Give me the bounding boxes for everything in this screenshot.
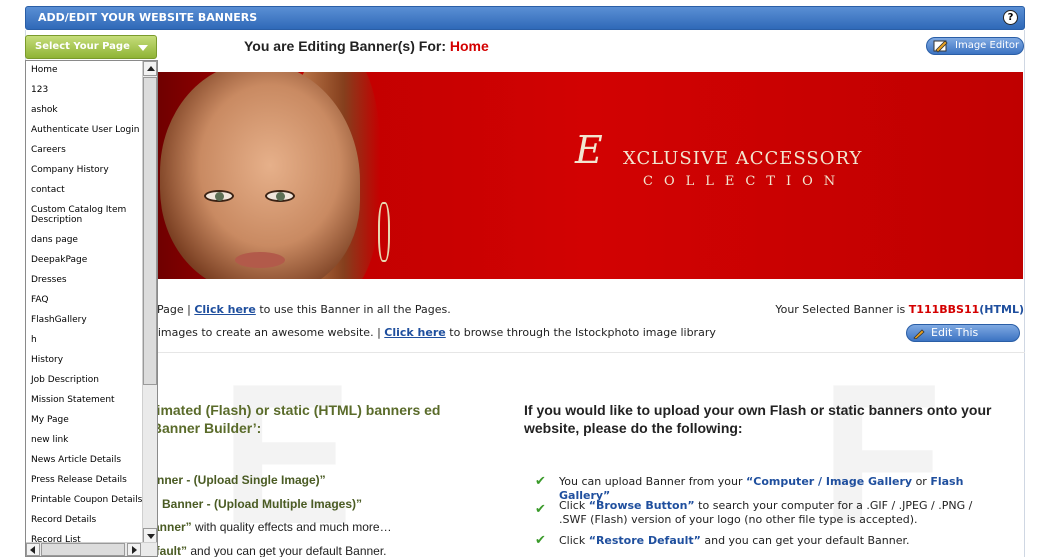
scroll-down-button[interactable] — [143, 528, 157, 543]
page-item-ashok[interactable]: ashok — [26, 101, 142, 121]
selected-banner-code: T111BBS11 — [908, 303, 980, 316]
chevron-down-icon[interactable] — [138, 45, 148, 51]
upload-item-2: Click “Browse Button” to search your com… — [559, 499, 999, 527]
banner-eye-right — [265, 190, 295, 202]
scroll-arrow-icon — [132, 546, 137, 554]
page-item-authenticate-user-login[interactable]: Authenticate User Login — [26, 121, 142, 141]
pencil-icon — [913, 329, 925, 339]
banner-lips — [235, 252, 285, 268]
page-list-items: Home 123 ashok Authenticate User Login C… — [26, 61, 142, 551]
page-list[interactable]: Home 123 ashok Authenticate User Login C… — [25, 60, 158, 557]
upload-item-2-a: Click — [559, 499, 586, 512]
scroll-arrow-icon — [147, 534, 155, 539]
builder-item-4: efault” and you can get your default Ban… — [149, 544, 387, 557]
builder-item-3-bold[interactable]: anner” — [153, 520, 192, 534]
image-editor-button[interactable]: Image Editor — [926, 37, 1024, 55]
upload-item-1-a: You can upload Banner from your — [559, 475, 743, 488]
builder-item-1-text[interactable]: nner - (Upload Single Image)” — [157, 473, 326, 487]
page-item-h[interactable]: h — [26, 331, 142, 351]
upload-heading: If you would like to upload your own Fla… — [524, 402, 992, 436]
builder-item-3-text: with quality effects and much more… — [195, 520, 392, 534]
horizontal-scroll-thumb[interactable] — [41, 543, 125, 556]
page-item-custom-catalog-item-description[interactable]: Custom Catalog Item Description — [26, 201, 138, 231]
select-page-dropdown[interactable]: Select Your Page — [25, 35, 157, 59]
check-icon: ✔ — [535, 474, 546, 489]
row2-text-start: k images to create an awesome website. | — [148, 326, 381, 339]
builder-item-1: nner - (Upload Single Image)” — [157, 473, 326, 487]
scroll-arrow-icon — [147, 66, 155, 71]
builder-item-4-text: and you can get your default Banner. — [190, 544, 387, 557]
builder-item-2: Banner - (Upload Multiple Images)” — [162, 497, 362, 511]
upload-item-1-c: or — [915, 475, 927, 488]
page-item-deepakpage[interactable]: DeepakPage — [26, 251, 142, 271]
page-item-news-article-details[interactable]: News Article Details — [26, 451, 142, 471]
upload-item-3-a: Click — [559, 534, 586, 547]
row2-text-end: to browse through the Istockphoto image … — [449, 326, 716, 339]
row1-text-end: to use this Banner in all the Pages. — [259, 303, 451, 316]
page-item-company-history[interactable]: Company History — [26, 161, 142, 181]
panel-title: ADD/EDIT YOUR WEBSITE BANNERS — [38, 11, 258, 24]
upload-item-3: Click “Restore Default” and you can get … — [559, 534, 999, 548]
pencil-icon — [933, 40, 948, 53]
page-item-home[interactable]: Home — [26, 61, 142, 81]
page-item-printable-coupon-details[interactable]: Printable Coupon Details — [26, 491, 142, 511]
brand-line-1: XCLUSIVE ACCESSORY — [623, 148, 863, 169]
upload-item-1-b[interactable]: “Computer / Image Gallery — [746, 475, 912, 488]
scroll-arrow-icon — [30, 546, 35, 554]
brand-line-2: COLLECTION — [643, 174, 847, 189]
page-item-my-page[interactable]: My Page — [26, 411, 142, 431]
page-item-record-details[interactable]: Record Details — [26, 511, 142, 531]
page-item-job-description[interactable]: Job Description — [26, 371, 142, 391]
editing-title: You are Editing Banner(s) For: Home — [244, 38, 489, 54]
use-all-pages-row: Page | Click here to use this Banner in … — [157, 303, 451, 316]
vertical-scrollbar[interactable] — [142, 61, 157, 543]
builder-item-3: anner” with quality effects and much mor… — [153, 520, 392, 534]
istockphoto-row: k images to create an awesome website. |… — [148, 326, 716, 339]
scroll-right-button[interactable] — [127, 543, 141, 556]
select-page-label: Select Your Page — [35, 41, 130, 52]
row1-text-start: Page | — [157, 303, 191, 316]
banner-face — [160, 72, 360, 279]
builder-item-2-text[interactable]: Banner - (Upload Multiple Images)” — [162, 497, 362, 511]
image-editor-label: Image Editor — [955, 40, 1020, 51]
brand-initial: E — [575, 128, 603, 172]
editing-prefix: You are Editing Banner(s) For: — [244, 38, 446, 54]
page-item-history[interactable]: History — [26, 351, 142, 371]
check-icon: ✔ — [535, 533, 546, 548]
check-icon: ✔ — [535, 502, 546, 517]
builder-heading: nimated (Flash) or static (HTML) banners… — [148, 402, 441, 436]
scroll-up-button[interactable] — [143, 61, 157, 76]
page-item-dresses[interactable]: Dresses — [26, 271, 142, 291]
page-item-dans-page[interactable]: dans page — [26, 231, 142, 251]
page-item-contact[interactable]: contact — [26, 181, 142, 201]
page-item-flashgallery[interactable]: FlashGallery — [26, 311, 142, 331]
panel-header: ADD/EDIT YOUR WEBSITE BANNERS ? — [25, 6, 1025, 30]
upload-item-3-c: and you can get your default Banner. — [704, 534, 910, 547]
banner-image: E XCLUSIVE ACCESSORY COLLECTION — [150, 72, 1023, 279]
edit-banner-button[interactable]: Edit This Banner — [906, 324, 1020, 355]
page-item-careers[interactable]: Careers — [26, 141, 142, 161]
selected-banner-info: Your Selected Banner is T111BBS11(HTML) — [775, 303, 1024, 316]
upload-item-3-b[interactable]: “Restore Default” — [589, 534, 701, 547]
selected-prefix: Your Selected Banner is — [775, 303, 906, 316]
editing-page-name: Home — [449, 38, 489, 54]
scroll-left-button[interactable] — [26, 543, 40, 556]
upload-item-2-b[interactable]: “Browse Button” — [589, 499, 695, 512]
banner-earring — [378, 202, 390, 262]
page-item-123[interactable]: 123 — [26, 81, 142, 101]
page-item-new-link[interactable]: new link — [26, 431, 142, 451]
horizontal-scrollbar[interactable] — [26, 542, 157, 556]
vertical-scroll-thumb[interactable] — [143, 77, 157, 385]
help-icon[interactable]: ? — [1003, 10, 1018, 25]
banner-eye-left — [204, 190, 234, 202]
use-all-pages-link[interactable]: Click here — [194, 303, 255, 316]
page-item-mission-statement[interactable]: Mission Statement — [26, 391, 142, 411]
selected-banner-type: (HTML) — [979, 303, 1024, 316]
page-item-faq[interactable]: FAQ — [26, 291, 142, 311]
page-item-press-release-details[interactable]: Press Release Details — [26, 471, 142, 491]
istockphoto-link[interactable]: Click here — [384, 326, 445, 339]
